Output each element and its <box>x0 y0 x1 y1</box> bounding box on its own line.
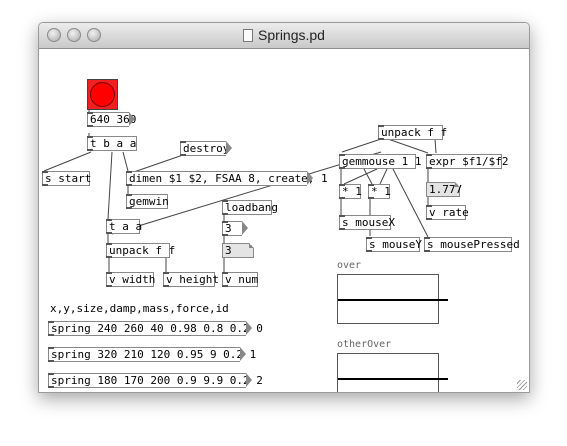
send-mousex-text: s mouseX <box>342 216 395 229</box>
value-width-object[interactable]: v width <box>106 272 156 287</box>
value-width-text: v width <box>109 273 156 286</box>
destroy-message[interactable]: destroy <box>180 141 232 156</box>
send-mousepressed-object[interactable]: s mousePressed <box>424 237 520 252</box>
unpack-left-text: unpack f f <box>109 244 176 257</box>
bang-indicator <box>90 82 115 107</box>
gemwin-text: gemwin <box>129 195 169 208</box>
graph-over[interactable] <box>337 274 448 324</box>
dimen-message-text: dimen $1 $2, FSAA 8, create, 1 <box>129 172 328 185</box>
value-rate-object[interactable]: v rate <box>426 205 469 220</box>
value-num-text: v num <box>225 273 259 286</box>
multiply-x-text: * 1 <box>342 185 362 198</box>
send-start-text: s start <box>45 172 92 185</box>
spring-message-3-text: spring 180 170 200 0.9 9.9 0.2 2 <box>51 374 263 387</box>
send-mousey-text: s mouseY <box>369 238 422 251</box>
message-flag <box>246 321 252 335</box>
patch-canvas[interactable]: 640 360 t b a a destroy s start dimen $1… <box>39 49 529 392</box>
message-flag <box>129 112 135 126</box>
send-mousex-object[interactable]: s mouseX <box>339 215 395 230</box>
bang-button[interactable] <box>87 79 118 110</box>
spring-message-2[interactable]: spring 320 210 120 0.95 9 0.2 1 <box>48 347 256 362</box>
dimen-message[interactable]: dimen $1 $2, FSAA 8, create, 1 <box>126 171 328 186</box>
title-bar[interactable]: Springs.pd <box>39 23 529 49</box>
dims-message[interactable]: 640 360 <box>87 112 136 127</box>
window-title: Springs.pd <box>39 27 529 43</box>
atom-corner <box>455 182 460 187</box>
window-title-text: Springs.pd <box>258 27 325 43</box>
send-mousey-object[interactable]: s mouseY <box>366 237 422 252</box>
params-comment: x,y,size,damp,mass,force,id <box>50 302 229 315</box>
atom-corner <box>249 243 254 248</box>
unpack-right-object[interactable]: unpack f f <box>378 125 447 140</box>
loadbang-text: loadbang <box>225 201 278 214</box>
number-message-3-text: 3 <box>225 222 232 235</box>
message-flag <box>307 171 313 185</box>
message-flag <box>242 221 248 235</box>
expr-object[interactable]: expr $f1/$f2 <box>426 154 508 169</box>
graph-otherover[interactable] <box>337 353 448 392</box>
send-mousepressed-text: s mousePressed <box>427 238 520 251</box>
spring-message-2-text: spring 320 210 120 0.95 9 0.2 1 <box>51 348 257 361</box>
spring-message-1-text: spring 240 260 40 0.98 0.8 0.2 0 <box>51 322 263 335</box>
gemmouse-text: gemmouse 1 1 <box>342 155 422 168</box>
graph-otherover-label: otherOver <box>337 339 392 350</box>
multiply-y-text: * 1 <box>371 185 391 198</box>
gemmouse-object[interactable]: gemmouse 1 1 <box>339 154 421 169</box>
multiply-y-object[interactable]: * 1 <box>368 184 391 199</box>
unpack-right-text: unpack f f <box>381 126 448 139</box>
trigger-tbaa-text: t b a a <box>90 137 137 150</box>
message-flag <box>240 347 246 361</box>
multiply-x-object[interactable]: * 1 <box>339 184 362 199</box>
graph-over-label: over <box>337 260 362 271</box>
unpack-left-object[interactable]: unpack f f <box>106 243 175 258</box>
trigger-taa-text: t a a <box>109 220 143 233</box>
loadbang-object[interactable]: loadbang <box>222 200 278 215</box>
value-height-object[interactable]: v height <box>163 272 219 287</box>
message-flag <box>226 141 232 155</box>
send-start-object[interactable]: s start <box>42 171 92 186</box>
float-atom-3-text: 3 <box>225 244 232 257</box>
value-num-object[interactable]: v num <box>222 272 258 287</box>
spring-message-1[interactable]: spring 240 260 40 0.98 0.8 0.2 0 <box>48 321 263 336</box>
spring-message-3[interactable]: spring 180 170 200 0.9 9.9 0.2 2 <box>48 373 263 388</box>
destroy-message-text: destroy <box>183 142 230 155</box>
expr-text: expr $f1/$f2 <box>429 155 509 168</box>
number-message-3[interactable]: 3 <box>222 221 248 236</box>
trigger-taa-object[interactable]: t a a <box>106 219 143 234</box>
message-flag <box>246 373 252 387</box>
document-icon <box>243 29 254 42</box>
trigger-tbaa-object[interactable]: t b a a <box>87 136 137 151</box>
graph-otherover-line <box>338 378 448 380</box>
rate-atom[interactable]: 1.777 <box>426 182 462 197</box>
pd-patch-window: Springs.pd 640 360 t b a a destroy s sta… <box>38 22 530 393</box>
gemwin-object[interactable]: gemwin <box>126 194 169 209</box>
resize-grip-icon[interactable] <box>517 380 527 390</box>
graph-over-line <box>338 299 448 301</box>
float-atom-3[interactable]: 3 <box>222 243 254 258</box>
value-height-text: v height <box>166 273 219 286</box>
value-rate-text: v rate <box>429 206 469 219</box>
